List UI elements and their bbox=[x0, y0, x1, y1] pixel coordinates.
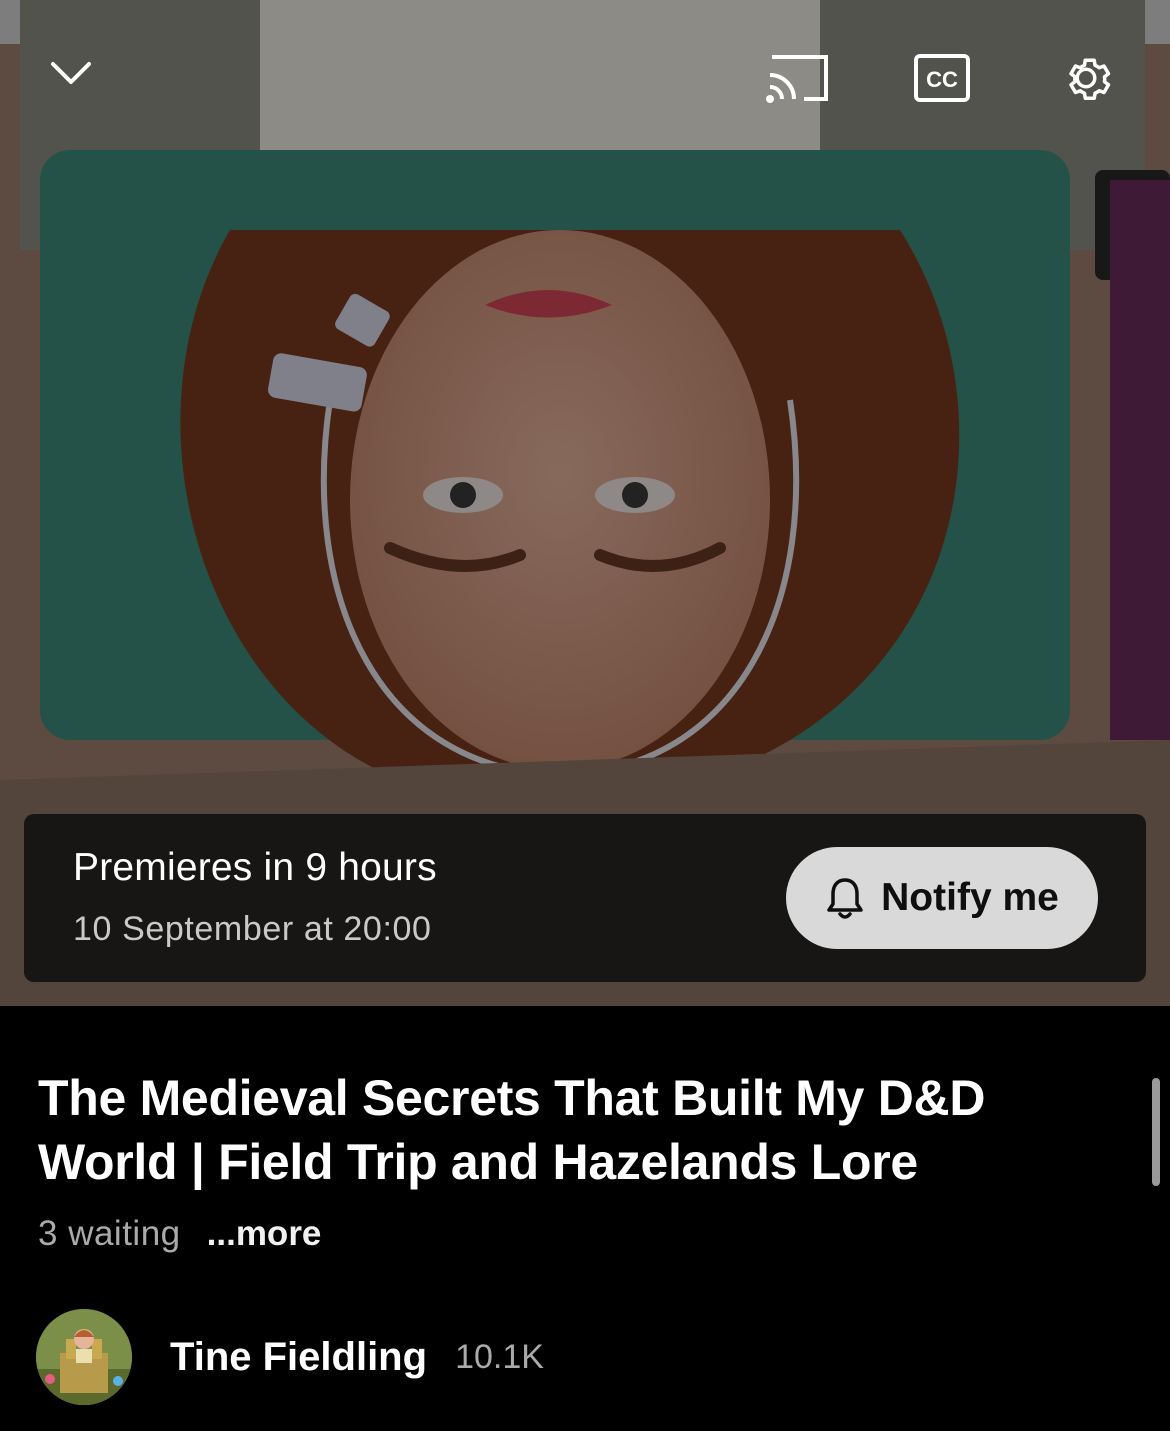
bell-icon bbox=[827, 878, 863, 919]
gear-icon[interactable] bbox=[1054, 46, 1118, 110]
video-meta-row: 3 waiting ...more bbox=[38, 1214, 321, 1254]
premiere-date: 10 September at 20:00 bbox=[73, 910, 432, 948]
chevron-down-icon[interactable] bbox=[44, 46, 98, 100]
more-link[interactable]: ...more bbox=[207, 1214, 322, 1254]
premiere-countdown: Premieres in 9 hours bbox=[73, 846, 437, 889]
subscriber-count: 10.1K bbox=[455, 1337, 544, 1376]
closed-captions-icon[interactable]: CC bbox=[912, 52, 972, 104]
waiting-count: 3 waiting bbox=[38, 1214, 181, 1253]
channel-name[interactable]: Tine Fieldling bbox=[170, 1335, 427, 1380]
captions-label: CC bbox=[926, 67, 958, 92]
video-info-panel: The Medieval Secrets That Built My D&D W… bbox=[0, 1006, 1170, 1431]
avatar[interactable] bbox=[36, 1309, 132, 1405]
notify-me-label: Notify me bbox=[881, 876, 1059, 919]
video-title[interactable]: The Medieval Secrets That Built My D&D W… bbox=[38, 1066, 1118, 1194]
scrollbar[interactable] bbox=[1152, 1078, 1160, 1186]
notify-me-button[interactable]: Notify me bbox=[786, 847, 1098, 949]
channel-row[interactable]: Tine Fieldling 10.1K bbox=[36, 1308, 544, 1406]
cast-icon[interactable] bbox=[764, 52, 832, 104]
video-player[interactable]: CC Premieres in 9 hours 10 September at … bbox=[0, 0, 1170, 1006]
premiere-banner: Premieres in 9 hours 10 September at 20:… bbox=[24, 814, 1146, 982]
